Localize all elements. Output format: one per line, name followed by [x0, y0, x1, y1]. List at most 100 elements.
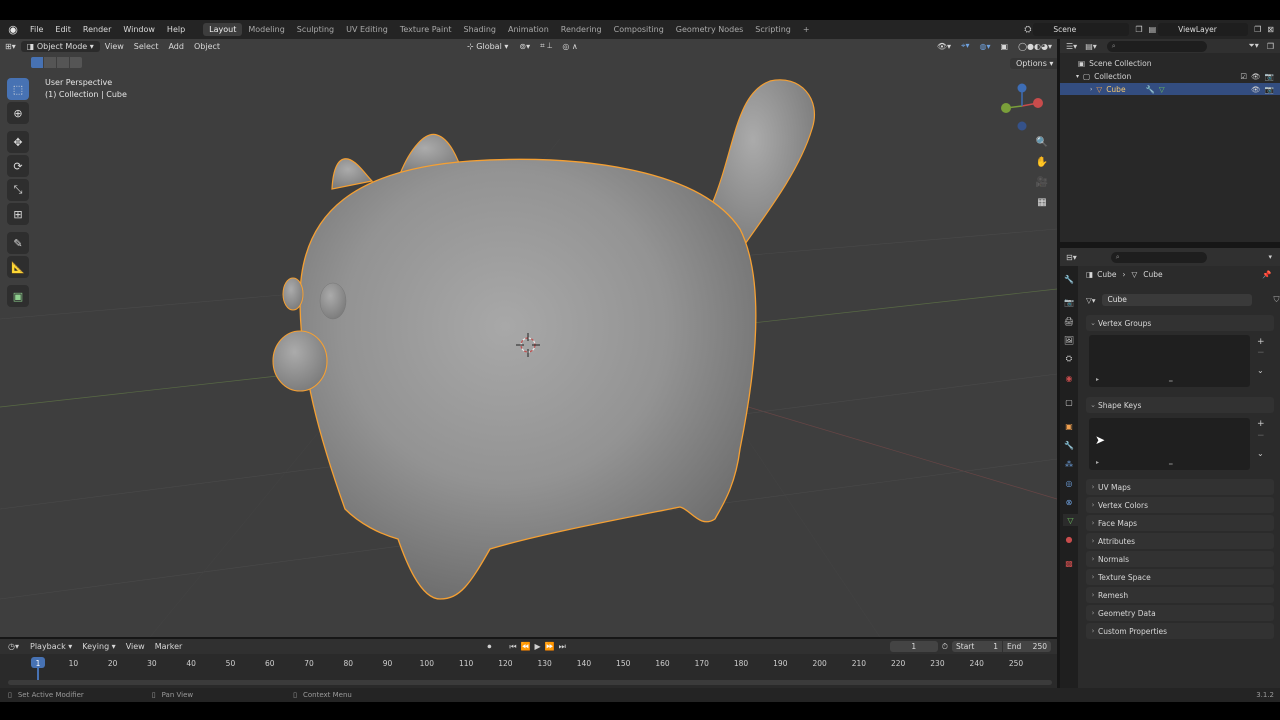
copy-scene-icon[interactable]: ❐ — [1135, 25, 1142, 34]
add-vertex-group-button[interactable]: + — [1257, 337, 1265, 347]
outliner-search-input[interactable]: ⌕ — [1106, 40, 1207, 52]
display-mode-icon[interactable]: ▤▾ — [1085, 42, 1097, 51]
start-frame-field[interactable]: Start 1 — [952, 641, 1002, 652]
visibility-icon[interactable]: 👁▾ — [932, 42, 956, 51]
select-box-tool-icon[interactable]: ⬚ — [7, 78, 29, 100]
select-intersect-icon[interactable] — [70, 57, 82, 68]
gizmo-toggle-icon[interactable]: ⌖▾ — [956, 41, 975, 51]
list-expand-icon[interactable]: ▸ — [1096, 459, 1099, 466]
current-frame-field[interactable]: 1 — [889, 641, 938, 652]
zoom-icon[interactable]: 🔍 — [1034, 134, 1050, 150]
jump-key-back-icon[interactable]: ⏪ — [521, 642, 531, 651]
timeline-menu-keying[interactable]: Keying ▾ — [77, 642, 120, 651]
collection-tab-icon[interactable]: ▢ — [1063, 396, 1075, 408]
vertex-groups-list[interactable]: ▸ ═ — [1089, 335, 1250, 387]
remove-vertex-group-button[interactable]: − — [1257, 348, 1265, 358]
timeline-editor-icon[interactable]: ◷▾ — [8, 642, 19, 651]
tool-tab-icon[interactable]: 🔧 — [1063, 273, 1075, 285]
timeline-scrollbar[interactable] — [8, 680, 1052, 685]
view-layer-tab-icon[interactable]: 🖼 — [1063, 334, 1075, 346]
outliner-row-scene-collection[interactable]: ▣ Scene Collection — [1060, 57, 1280, 69]
list-resize-handle[interactable]: ═ — [1169, 378, 1173, 385]
options-dropdown[interactable]: Options ▾ — [1010, 58, 1060, 69]
fake-user-shield-icon[interactable]: ⛉ — [1274, 295, 1280, 305]
tab-modeling[interactable]: Modeling — [242, 23, 290, 36]
collection-checkbox-icon[interactable]: ☑ — [1240, 72, 1247, 81]
editor-type-icon[interactable]: ⊞▾ — [0, 42, 21, 51]
collection-eye-icon[interactable]: 👁 — [1251, 72, 1261, 81]
particles-tab-icon[interactable]: ⁂ — [1063, 458, 1075, 470]
viewport-menu-select[interactable]: Select — [129, 42, 164, 51]
panel-uv-maps[interactable]: › UV Maps — [1086, 479, 1274, 495]
cube-camera-icon[interactable]: 📷 — [1265, 85, 1274, 94]
expand-collection-icon[interactable]: ▾ — [1076, 73, 1079, 80]
panel-normals[interactable]: › Normals — [1086, 551, 1274, 567]
filter-icon[interactable]: ⏷▾ — [1248, 41, 1258, 51]
select-extend-icon[interactable] — [44, 57, 56, 68]
output-tab-icon[interactable]: 🖨 — [1063, 315, 1075, 327]
collection-camera-icon[interactable]: 📷 — [1265, 72, 1274, 81]
timeline-menu-playback[interactable]: Playback ▾ — [25, 642, 77, 651]
scene-selector[interactable]: Scene — [1033, 23, 1130, 36]
tab-sculpting[interactable]: Sculpting — [291, 23, 340, 36]
transform-orientation[interactable]: ⊹ Global ▾ — [461, 41, 514, 52]
outliner-row-collection[interactable]: ▾ ▢ Collection ☑ 👁 📷 — [1060, 70, 1280, 82]
remove-view-layer-icon[interactable]: ⊠ — [1267, 25, 1274, 34]
shape-keys-list[interactable]: ▸ ═ — [1089, 418, 1250, 470]
tab-geometry-nodes[interactable]: Geometry Nodes — [670, 23, 749, 36]
outliner-row-cube[interactable]: › ▽ Cube 🔧 ▽ 👁 📷 — [1060, 83, 1280, 95]
play-icon[interactable]: ▶ — [535, 642, 541, 651]
pin-icon[interactable]: 📌 — [1262, 270, 1271, 279]
transform-tool-icon[interactable]: ⊞ — [7, 203, 29, 225]
3d-viewport[interactable] — [0, 39, 1057, 637]
jump-end-icon[interactable]: ⏭ — [559, 642, 566, 652]
end-frame-field[interactable]: End 250 — [1003, 641, 1051, 652]
ortho-grid-icon[interactable]: ▦ — [1034, 194, 1050, 210]
material-tab-icon[interactable]: ● — [1063, 533, 1075, 545]
panel-texture-space[interactable]: › Texture Space — [1086, 569, 1274, 585]
add-cube-tool-icon[interactable]: ▣ — [7, 285, 29, 307]
new-collection-icon[interactable]: ❐ — [1267, 42, 1274, 51]
list-resize-handle[interactable]: ═ — [1169, 461, 1173, 468]
texture-tab-icon[interactable]: ▩ — [1063, 557, 1075, 569]
blender-logo-icon[interactable]: ◉ — [6, 23, 20, 37]
panel-vertex-groups[interactable]: ⌄ Vertex Groups — [1086, 315, 1274, 331]
stopwatch-icon[interactable]: ⏱ — [942, 642, 948, 652]
move-tool-icon[interactable]: ✥ — [7, 131, 29, 153]
world-tab-icon[interactable]: ◉ — [1063, 372, 1075, 384]
annotate-tool-icon[interactable]: ✎ — [7, 232, 29, 254]
cursor-tool-icon[interactable]: ⊕ — [7, 102, 29, 124]
scale-tool-icon[interactable]: ⤡ — [7, 179, 29, 201]
shape-key-menu-icon[interactable]: ⌄ — [1257, 449, 1264, 458]
pan-hand-icon[interactable]: ✋ — [1034, 154, 1050, 170]
menu-edit[interactable]: Edit — [49, 25, 77, 34]
proportional-edit-icon[interactable]: ◎ ∧ — [557, 42, 582, 51]
tab-layout[interactable]: Layout — [203, 23, 243, 36]
panel-remesh[interactable]: › Remesh — [1086, 587, 1274, 603]
physics-tab-icon[interactable]: ◎ — [1063, 477, 1075, 489]
render-tab-icon[interactable]: 📷 — [1063, 296, 1075, 308]
expand-cube-icon[interactable]: › — [1090, 86, 1092, 93]
overlay-toggle-icon[interactable]: ◍▾ — [975, 42, 996, 51]
menu-render[interactable]: Render — [77, 25, 117, 34]
add-shape-key-button[interactable]: + — [1257, 419, 1265, 429]
xray-icon[interactable]: ▣ — [996, 42, 1014, 51]
camera-view-icon[interactable]: 🎥 — [1034, 174, 1050, 190]
tab-uv-editing[interactable]: UV Editing — [340, 23, 394, 36]
modifier-tab-icon[interactable]: 🔧 — [1063, 439, 1075, 451]
tab-texture-paint[interactable]: Texture Paint — [394, 23, 458, 36]
properties-search-input[interactable]: ⌕ — [1110, 251, 1207, 263]
list-expand-icon[interactable]: ▸ — [1096, 376, 1099, 383]
object-tab-icon[interactable]: ▣ — [1063, 420, 1075, 432]
viewport-menu-view[interactable]: View — [100, 42, 129, 51]
snap-icon[interactable]: ⌗ ⟂ — [535, 41, 557, 51]
menu-help[interactable]: Help — [161, 25, 191, 34]
tab-shading[interactable]: Shading — [457, 23, 502, 36]
timeline-menu-marker[interactable]: Marker — [150, 642, 188, 651]
add-workspace-button[interactable]: + — [797, 23, 816, 36]
panel-face-maps[interactable]: › Face Maps — [1086, 515, 1274, 531]
mode-selector[interactable]: ◨ Object Mode ▾ — [20, 40, 100, 52]
panel-vertex-colors[interactable]: › Vertex Colors — [1086, 497, 1274, 513]
jump-start-icon[interactable]: ⏮ — [509, 642, 516, 652]
panel-geometry-data[interactable]: › Geometry Data — [1086, 605, 1274, 621]
